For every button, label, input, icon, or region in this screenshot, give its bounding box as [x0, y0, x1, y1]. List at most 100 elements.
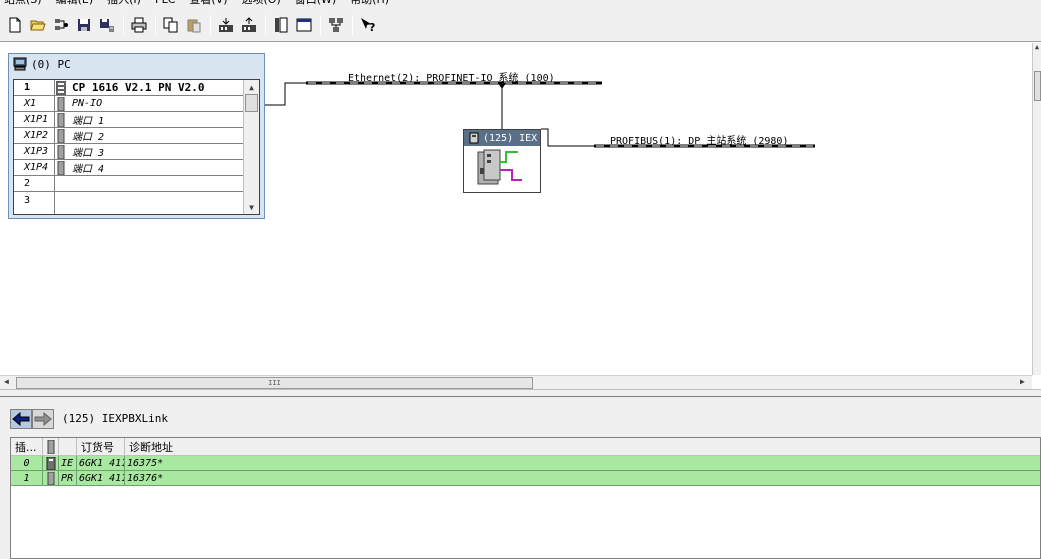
network-vertical-scrollbar[interactable]: ▲ — [1032, 43, 1041, 375]
rack-scroll-thumb[interactable] — [245, 94, 258, 112]
rack-row[interactable]: 3 — [14, 192, 259, 208]
menu-help[interactable]: 帮助(H) — [350, 0, 389, 8]
scroll-down-icon[interactable]: ▼ — [244, 200, 259, 214]
new-button[interactable] — [4, 14, 26, 36]
menu-window[interactable]: 窗口(W) — [295, 0, 336, 8]
scroll-up-icon[interactable]: ▲ — [1033, 43, 1041, 51]
cell-module: IE — [59, 456, 77, 470]
column-header-order-number[interactable]: 订货号 — [77, 438, 125, 455]
open-icon — [30, 20, 46, 30]
save-compile-button[interactable] — [96, 14, 118, 36]
rack-row[interactable]: X1P4 端口 4 — [14, 160, 259, 176]
menu-options[interactable]: 选项(O) — [242, 0, 281, 8]
rack-row[interactable]: X1P3 端口 3 — [14, 144, 259, 160]
cell-order-number: 6GK1 411 — [79, 456, 125, 470]
menu-view[interactable]: 查看(V) — [189, 0, 227, 8]
detail-navigation — [10, 409, 54, 429]
station-rack[interactable]: 1 CP 1616 V2.1 PN V2.0 X1 PN-IO X1P1 端口 … — [13, 79, 260, 215]
cell-module: PR — [59, 471, 77, 485]
scroll-up-icon[interactable]: ▲ — [244, 80, 259, 94]
scroll-left-icon[interactable]: ◀ — [4, 377, 9, 386]
table-row[interactable]: 1 PR 6GK1 411 16376* — [11, 471, 1040, 486]
rack-row[interactable]: 1 CP 1616 V2.1 PN V2.0 — [14, 80, 259, 96]
download-button[interactable] — [215, 14, 237, 36]
ethernet-network-label[interactable]: Ethernet(2): PROFINET-IO 系统 (100) — [348, 69, 555, 84]
save-compile-icon — [100, 18, 114, 32]
print-icon — [131, 17, 147, 32]
menubar: 站点(S) 编辑(E) 插入(I) PLC 查看(V) 选项(O) 窗口(W) … — [0, 0, 1041, 8]
horizontal-scroll-thumb[interactable]: III — [16, 377, 533, 389]
column-header-module[interactable] — [59, 438, 77, 455]
network-view-button[interactable] — [293, 14, 315, 36]
catalog-button[interactable] — [270, 14, 292, 36]
port-icon — [54, 112, 68, 127]
network-horizontal-scrollbar[interactable]: ◀ III ▶ — [0, 375, 1032, 389]
menu-station[interactable]: 站点(S) — [4, 0, 42, 8]
column-header-slot[interactable]: 插... — [11, 438, 43, 455]
pane-splitter[interactable] — [0, 389, 1041, 397]
print-button[interactable] — [128, 14, 150, 36]
copy-button[interactable] — [160, 14, 182, 36]
toolbar: ? — [0, 8, 1041, 42]
rack-row[interactable]: X1P1 端口 1 — [14, 112, 259, 128]
rack-module-name: CP 1616 V2.1 PN V2.0 — [72, 81, 205, 94]
scroll-right-icon[interactable]: ▶ — [1020, 377, 1025, 386]
toolbar-separator — [210, 14, 211, 35]
cp-module-icon — [54, 80, 68, 95]
device-title: (125) IEX — [483, 132, 538, 144]
svg-text:?: ? — [369, 21, 375, 33]
paste-icon — [187, 19, 201, 32]
download-icon — [219, 17, 233, 32]
back-button[interactable] — [10, 409, 32, 429]
network-view[interactable]: Ethernet(2): PROFINET-IO 系统 (100) PROFIB… — [0, 43, 1032, 375]
column-header-diag-address[interactable]: 诊断地址 — [125, 438, 1039, 455]
rack-scrollbar[interactable]: ▲ ▼ — [243, 80, 259, 214]
module-table[interactable]: 插... 订货号 诊断地址 0 IE 6GK1 411 16375* 1 PR … — [10, 437, 1041, 559]
forward-button[interactable] — [32, 409, 54, 429]
profibus-network-label[interactable]: PROFIBUS(1): DP 主站系统 (2980) — [610, 132, 788, 147]
rack-row[interactable]: X1 PN-IO — [14, 96, 259, 112]
table-header: 插... 订货号 诊断地址 — [11, 438, 1040, 456]
interface-icon — [54, 96, 68, 111]
arrow-left-icon — [12, 412, 30, 426]
help-icon: ? — [361, 17, 375, 33]
toolbar-separator — [155, 14, 156, 35]
cell-diag-address: 16376* — [127, 472, 164, 484]
menu-edit[interactable]: 编辑(E) — [56, 0, 94, 8]
toolbar-separator — [320, 14, 321, 35]
table-row[interactable]: 0 IE 6GK1 411 16375* — [11, 456, 1040, 471]
device-title-bar: (125) IEX — [464, 130, 540, 146]
detail-title: (125) IEXPBXLink — [62, 412, 168, 425]
upload-button[interactable] — [238, 14, 260, 36]
network-view-icon — [296, 18, 312, 31]
port-icon — [54, 128, 68, 143]
menu-plc[interactable]: PLC — [155, 0, 175, 8]
column-header-icon[interactable] — [43, 438, 59, 455]
module-column-icon — [47, 439, 55, 454]
pc-station[interactable]: (0) PC 1 CP 1616 V2.1 PN V2.0 X1 PN-IO X… — [8, 53, 265, 219]
rack-slot: X1 — [24, 98, 37, 109]
device-type-icon — [469, 132, 479, 144]
paste-button[interactable] — [183, 14, 205, 36]
scroll-grip: III — [268, 379, 281, 387]
detail-view: (125) IEXPBXLink 插... 订货号 诊断地址 0 IE 6GK1… — [0, 397, 1041, 559]
accessible-nodes-icon — [55, 18, 68, 30]
rack-module-name: PN-IO — [72, 98, 103, 109]
vertical-scroll-thumb[interactable] — [1034, 71, 1041, 101]
rack-slot: 1 — [24, 82, 31, 93]
accessible-nodes-button[interactable] — [50, 14, 72, 36]
rack-module-name: 端口 4 — [72, 164, 105, 175]
menu-insert[interactable]: 插入(I) — [107, 0, 141, 8]
network-config-button[interactable] — [325, 14, 347, 36]
iex-link-device[interactable]: (125) IEX — [463, 129, 541, 193]
open-button[interactable] — [27, 14, 49, 36]
rack-slot: X1P1 — [24, 114, 49, 125]
rack-slot: X1P2 — [24, 130, 49, 141]
rack-row[interactable]: 2 — [14, 176, 259, 192]
save-button[interactable] — [73, 14, 95, 36]
pc-station-icon — [13, 57, 27, 71]
copy-icon — [163, 17, 178, 32]
help-button[interactable]: ? — [357, 14, 379, 36]
rack-module-name: 端口 2 — [72, 132, 105, 143]
rack-row[interactable]: X1P2 端口 2 — [14, 128, 259, 144]
